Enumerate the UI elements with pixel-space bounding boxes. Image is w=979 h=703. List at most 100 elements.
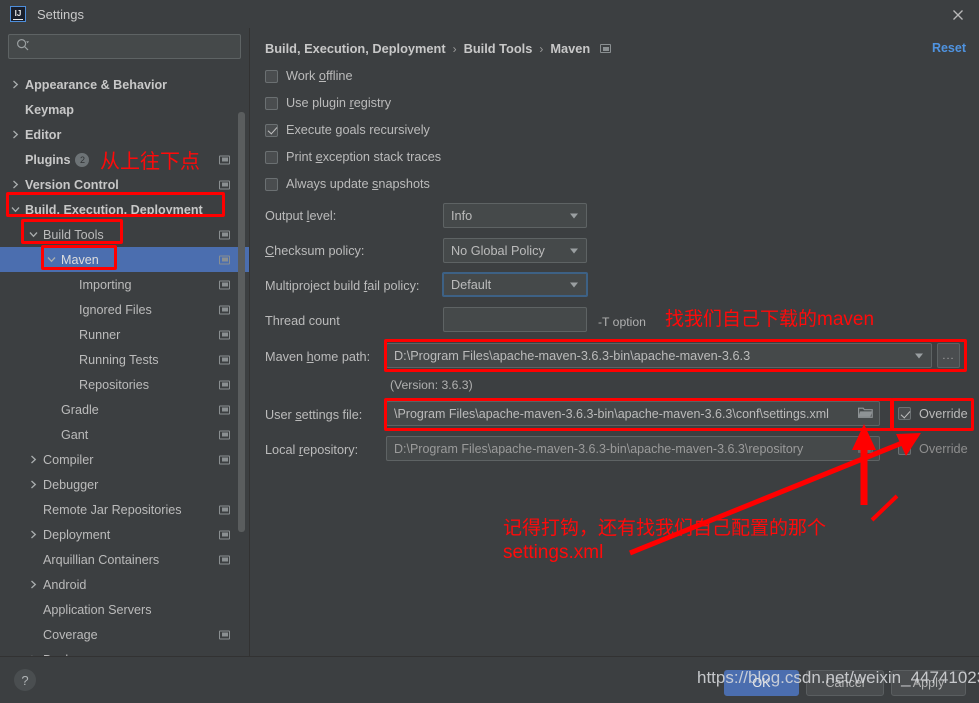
- breadcrumb-part-1[interactable]: Build, Execution, Deployment: [265, 41, 446, 56]
- help-button[interactable]: ?: [14, 669, 36, 691]
- use-plugin-registry-label: Use plugin registry: [286, 96, 392, 110]
- sidebar-item-label: Coverage: [43, 627, 98, 642]
- sidebar-item-label: Editor: [25, 127, 62, 142]
- settings-tree[interactable]: Appearance & Behavior Keymap Editor Plugins…: [0, 66, 249, 656]
- sidebar-item-repositories[interactable]: Repositories: [0, 372, 249, 397]
- sidebar-item-label: Running Tests: [79, 352, 159, 367]
- sidebar-item-label: Plugins: [25, 152, 71, 167]
- search-input[interactable]: [30, 38, 240, 55]
- sidebar-item-build-execution-deployment[interactable]: Build, Execution, Deployment: [0, 197, 249, 222]
- sidebar-item-compiler[interactable]: Compiler: [0, 447, 249, 472]
- project-scope-icon: [219, 380, 230, 389]
- sidebar-scrollbar-thumb[interactable]: [238, 112, 245, 532]
- always-update-snapshots-checkbox[interactable]: [265, 177, 278, 191]
- sidebar-item-label: Deployment: [43, 527, 111, 542]
- sidebar-item-appearance-behavior[interactable]: Appearance & Behavior: [0, 72, 249, 97]
- chevron-right-icon[interactable]: [10, 179, 21, 190]
- project-scope-icon: [219, 530, 230, 539]
- checkbox-row-always-update-snapshots[interactable]: Always update snapshots: [265, 177, 430, 191]
- thread-count-input[interactable]: [443, 307, 587, 332]
- tree-spacer-icon: [64, 329, 75, 340]
- sidebar-item-label: Remote Jar Repositories: [43, 502, 182, 517]
- apply-button[interactable]: Apply: [891, 670, 966, 696]
- chevron-down-icon[interactable]: [28, 229, 39, 240]
- chevron-down-icon[interactable]: [10, 204, 21, 215]
- execute-goals-recursively-label: Execute goals recursively: [286, 123, 430, 137]
- chevron-right-icon[interactable]: [28, 479, 39, 490]
- tree-spacer-icon: [46, 429, 57, 440]
- sidebar-item-android[interactable]: Android: [0, 572, 249, 597]
- chevron-right-icon[interactable]: [28, 454, 39, 465]
- cancel-button[interactable]: Cancel: [806, 670, 884, 696]
- work-offline-checkbox[interactable]: [265, 69, 278, 83]
- chevron-right-icon[interactable]: [28, 529, 39, 540]
- checkbox-row-print-exception-stack-traces[interactable]: Print exception stack traces: [265, 150, 441, 164]
- multiproject-fail-policy-combo[interactable]: Default: [442, 272, 588, 297]
- execute-goals-recursively-checkbox[interactable]: [265, 123, 278, 137]
- multiproject-fail-policy-label: Multiproject build fail policy:: [265, 279, 420, 293]
- sidebar-item-docker[interactable]: Docker: [0, 647, 249, 656]
- sidebar-item-label: Compiler: [43, 452, 94, 467]
- close-icon[interactable]: [947, 4, 969, 26]
- breadcrumb-part-3[interactable]: Maven: [550, 41, 590, 56]
- reset-link[interactable]: Reset: [932, 41, 966, 55]
- checksum-policy-combo[interactable]: No Global Policy: [443, 238, 587, 263]
- user-settings-override-checkbox[interactable]: [898, 407, 911, 420]
- maven-home-path-value: D:\Program Files\apache-maven-3.6.3-bin\…: [394, 348, 751, 363]
- project-scope-icon: [219, 180, 230, 189]
- local-repository-override-row[interactable]: Override: [898, 436, 968, 461]
- sidebar-item-debugger[interactable]: Debugger: [0, 472, 249, 497]
- sidebar-item-importing[interactable]: Importing: [0, 272, 249, 297]
- multiproject-fail-policy-value: Default: [451, 277, 492, 292]
- local-repository-override-checkbox[interactable]: [898, 442, 911, 455]
- sidebar-item-label: Debugger: [43, 477, 99, 492]
- tree-spacer-icon: [64, 354, 75, 365]
- sidebar-item-build-tools[interactable]: Build Tools: [0, 222, 249, 247]
- project-scope-icon: [219, 355, 230, 364]
- chevron-down-icon: [570, 282, 578, 287]
- sidebar-item-ignored-files[interactable]: Ignored Files: [0, 297, 249, 322]
- checksum-policy-label: Checksum policy:: [265, 244, 365, 258]
- sidebar-item-gant[interactable]: Gant: [0, 422, 249, 447]
- title-bar: IJ Settings: [0, 0, 979, 28]
- project-scope-icon: [219, 555, 230, 564]
- folder-icon[interactable]: [857, 406, 873, 422]
- breadcrumb-part-2[interactable]: Build Tools: [464, 41, 533, 56]
- sidebar-item-coverage[interactable]: Coverage: [0, 622, 249, 647]
- search-box[interactable]: [8, 34, 241, 59]
- sidebar-item-application-servers[interactable]: Application Servers: [0, 597, 249, 622]
- user-settings-file-label: User settings file:: [265, 408, 363, 422]
- project-scope-icon: [219, 505, 230, 514]
- sidebar-item-arquillian-containers[interactable]: Arquillian Containers: [0, 547, 249, 572]
- local-repository-input[interactable]: D:\Program Files\apache-maven-3.6.3-bin\…: [386, 436, 880, 461]
- project-scope-icon: [600, 44, 612, 53]
- chevron-down-icon[interactable]: [46, 254, 57, 265]
- chevron-right-icon[interactable]: [28, 579, 39, 590]
- sidebar-item-plugins[interactable]: Plugins 2: [0, 147, 249, 172]
- sidebar-item-keymap[interactable]: Keymap: [0, 97, 249, 122]
- user-settings-file-input[interactable]: \Program Files\apache-maven-3.6.3-bin\ap…: [386, 401, 880, 426]
- maven-home-path-combo[interactable]: D:\Program Files\apache-maven-3.6.3-bin\…: [386, 343, 932, 368]
- maven-home-browse-button[interactable]: ...: [937, 343, 960, 368]
- output-level-combo[interactable]: Info: [443, 203, 587, 228]
- sidebar-item-gradle[interactable]: Gradle: [0, 397, 249, 422]
- chevron-right-icon[interactable]: [10, 129, 21, 140]
- sidebar-item-maven[interactable]: Maven: [0, 247, 249, 272]
- user-settings-override-row[interactable]: Override: [898, 401, 968, 426]
- print-exception-stack-traces-checkbox[interactable]: [265, 150, 278, 164]
- chevron-right-icon[interactable]: [10, 79, 21, 90]
- ok-button[interactable]: OK: [724, 670, 799, 696]
- use-plugin-registry-checkbox[interactable]: [265, 96, 278, 110]
- sidebar-item-runner[interactable]: Runner: [0, 322, 249, 347]
- sidebar-item-remote-jar-repositories[interactable]: Remote Jar Repositories: [0, 497, 249, 522]
- checkbox-row-use-plugin-registry[interactable]: Use plugin registry: [265, 96, 391, 110]
- checkbox-row-work-offline[interactable]: Work offline: [265, 69, 353, 83]
- print-exception-stack-traces-label: Print exception stack traces: [286, 150, 442, 164]
- settings-dialog: IJ Settings Appearance & Behavior Keymap E…: [0, 0, 979, 703]
- checkbox-row-execute-goals-recursively[interactable]: Execute goals recursively: [265, 123, 430, 137]
- sidebar-scrollbar-track[interactable]: [238, 68, 247, 648]
- sidebar-item-editor[interactable]: Editor: [0, 122, 249, 147]
- sidebar-item-deployment[interactable]: Deployment: [0, 522, 249, 547]
- sidebar-item-running-tests[interactable]: Running Tests: [0, 347, 249, 372]
- sidebar-item-version-control[interactable]: Version Control: [0, 172, 249, 197]
